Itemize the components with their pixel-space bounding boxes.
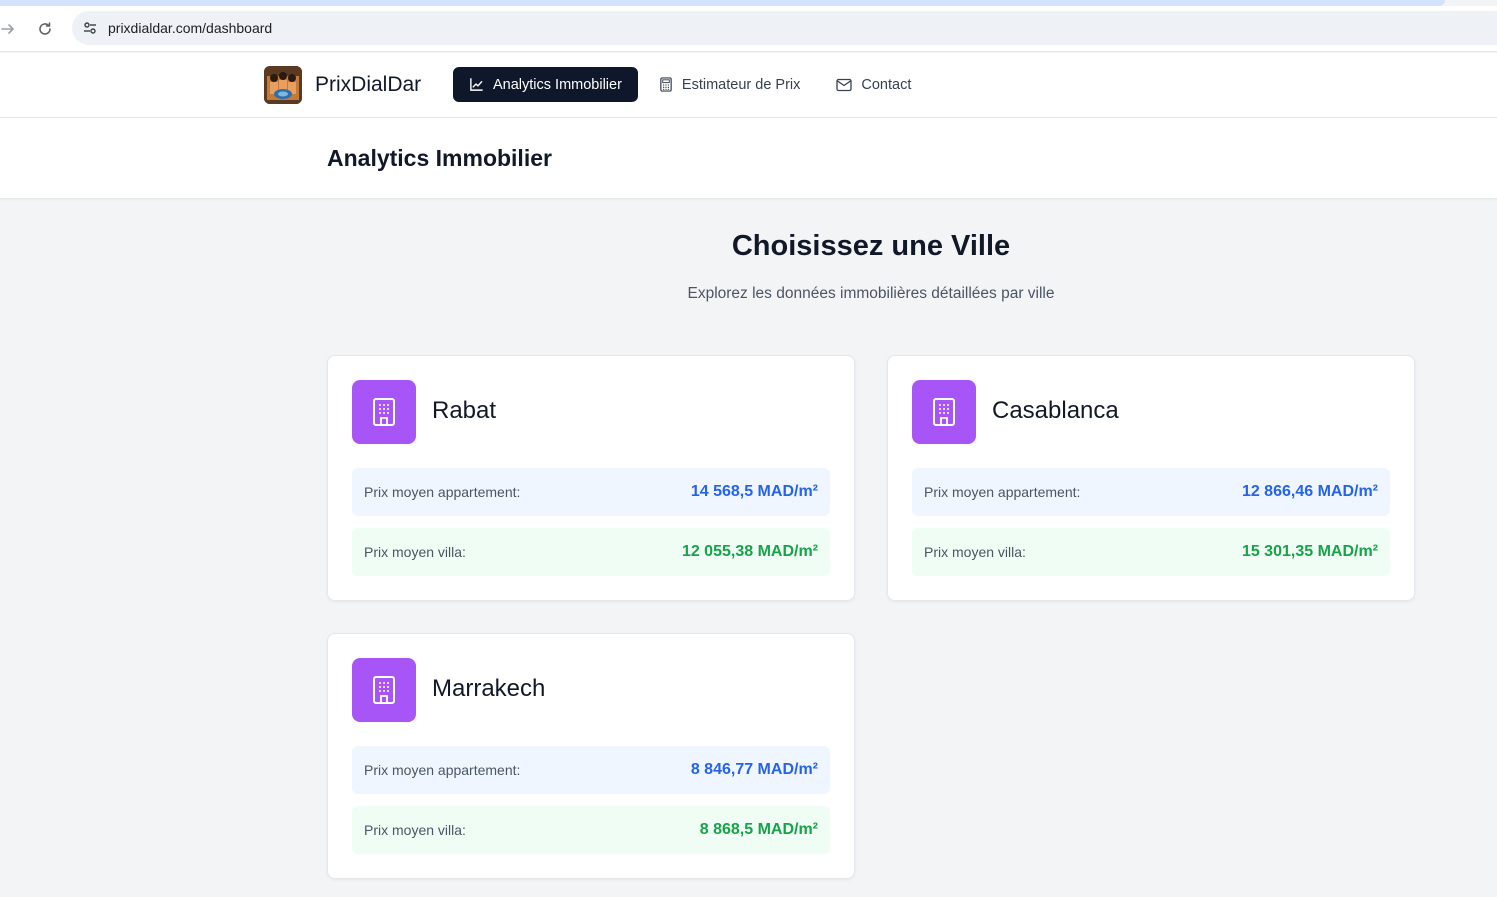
brand-logo: [264, 66, 302, 104]
chart-line-icon: [470, 78, 483, 91]
apartment-price-value: 12 866,46 MAD/m²: [1241, 483, 1378, 500]
city-card-rabat[interactable]: Rabat Prix moyen appartement: 14 568,5 M…: [327, 355, 855, 601]
address-bar[interactable]: prixdialdar.com/dashboard: [72, 11, 1497, 45]
apartment-price-row: Prix moyen appartement: 12 866,46 MAD/m²: [912, 468, 1390, 516]
page-title: Analytics Immobilier: [327, 145, 552, 171]
city-name: Rabat: [432, 397, 497, 424]
villa-price-row: Prix moyen villa: 8 868,5 MAD/m²: [352, 806, 830, 854]
nav-contact[interactable]: Contact: [821, 67, 926, 102]
building-icon: [352, 380, 416, 444]
villa-price-label: Prix moyen villa:: [924, 544, 1026, 560]
villa-price-value: 8 868,5 MAD/m²: [699, 821, 818, 838]
city-card-casablanca[interactable]: Casablanca Prix moyen appartement: 12 86…: [887, 355, 1415, 601]
villa-price-row: Prix moyen villa: 15 301,35 MAD/m²: [912, 528, 1390, 576]
apartment-price-label: Prix moyen appartement:: [924, 484, 1081, 500]
apartment-price-value: 8 846,77 MAD/m²: [690, 761, 818, 778]
brand-name: PrixDialDar: [315, 73, 422, 96]
reload-icon[interactable]: [33, 17, 57, 41]
url-text[interactable]: prixdialdar.com/dashboard: [108, 20, 272, 36]
apartment-price-label: Prix moyen appartement:: [364, 762, 521, 778]
main-nav: Analytics Immobilier Estimateur de Prix …: [453, 67, 932, 102]
app-header: PrixDialDar Analytics Immobilier Estimat…: [0, 53, 1497, 118]
mail-icon: [836, 78, 853, 91]
city-card-marrakech[interactable]: Marrakech Prix moyen appartement: 8 846,…: [327, 633, 855, 879]
apartment-price-row: Prix moyen appartement: 8 846,77 MAD/m²: [352, 746, 830, 794]
building-icon: [912, 380, 976, 444]
brand-link[interactable]: PrixDialDar: [264, 66, 421, 104]
page-title-bar: Analytics Immobilier: [0, 118, 1497, 199]
section-subtitle: Explorez les données immobilières détail…: [687, 285, 1055, 302]
nav-label: Contact: [861, 76, 912, 93]
building-icon: [352, 658, 416, 722]
city-name: Casablanca: [992, 397, 1119, 424]
city-name: Marrakech: [432, 675, 546, 702]
villa-price-label: Prix moyen villa:: [364, 822, 466, 838]
section-title: Choisissez une Ville: [731, 230, 1011, 262]
apartment-price-row: Prix moyen appartement: 14 568,5 MAD/m²: [352, 468, 830, 516]
apartment-price-value: 14 568,5 MAD/m²: [690, 483, 818, 500]
villa-price-value: 12 055,38 MAD/m²: [681, 543, 818, 560]
villa-price-value: 15 301,35 MAD/m²: [1241, 543, 1378, 560]
tune-icon[interactable]: [78, 16, 102, 40]
nav-label: Estimateur de Prix: [681, 76, 801, 93]
browser-toolbar: prixdialdar.com/dashboard: [0, 6, 1497, 52]
villa-price-row: Prix moyen villa: 12 055,38 MAD/m²: [352, 528, 830, 576]
calculator-icon: [660, 77, 672, 92]
villa-price-label: Prix moyen villa:: [364, 544, 466, 560]
arrow-right-icon[interactable]: [0, 17, 20, 41]
nav-label: Analytics Immobilier: [493, 76, 622, 93]
apartment-price-label: Prix moyen appartement:: [364, 484, 521, 500]
nav-estimateur-de-prix[interactable]: Estimateur de Prix: [644, 67, 815, 102]
nav-analytics-immobilier[interactable]: Analytics Immobilier: [453, 67, 638, 102]
